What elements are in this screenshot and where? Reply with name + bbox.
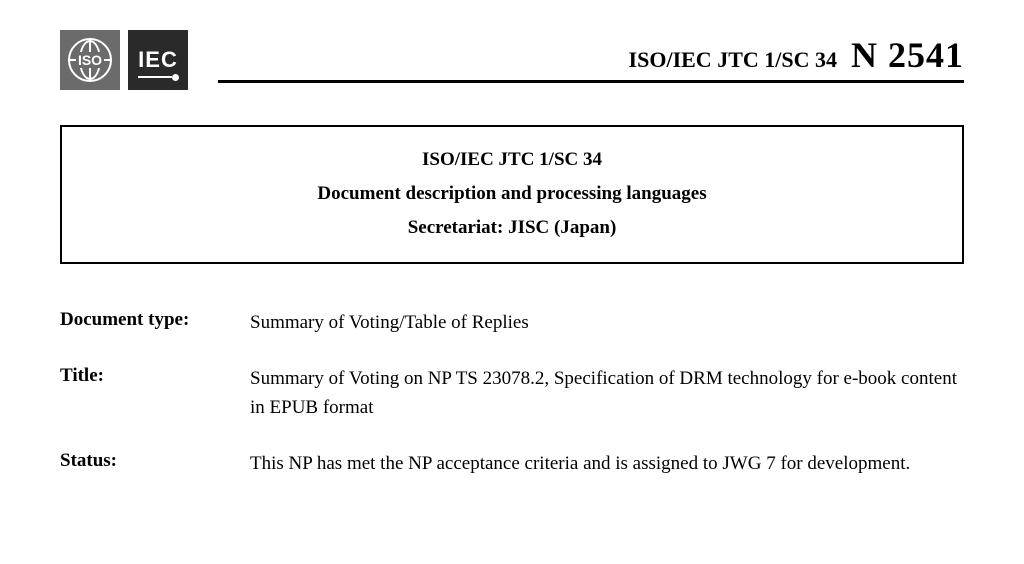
title-box-secretariat: Secretariat: JISC (Japan): [82, 211, 942, 245]
status-label: Status:: [60, 450, 250, 472]
metadata-section: Document type: Summary of Voting/Table o…: [60, 309, 964, 479]
title-label: Title:: [60, 365, 250, 387]
metadata-row-title: Title: Summary of Voting on NP TS 23078.…: [60, 365, 964, 422]
metadata-row-status: Status: This NP has met the NP acceptanc…: [60, 450, 964, 479]
logo-group: ISO IEC: [60, 30, 188, 90]
iso-logo-text: ISO: [76, 52, 104, 68]
title-box-committee: ISO/IEC JTC 1/SC 34: [82, 143, 942, 177]
title-value: Summary of Voting on NP TS 23078.2, Spec…: [250, 365, 964, 422]
title-box-description: Document description and processing lang…: [82, 177, 942, 211]
document-header: ISO IEC ISO/IEC JTC 1/SC 34 N 2541: [60, 30, 964, 90]
iec-logo: IEC: [128, 30, 188, 90]
document-number: N 2541: [851, 34, 964, 76]
title-box: ISO/IEC JTC 1/SC 34 Document description…: [60, 125, 964, 264]
metadata-row-doc-type: Document type: Summary of Voting/Table o…: [60, 309, 964, 338]
iec-logo-text: IEC: [138, 47, 178, 73]
doc-number-row: ISO/IEC JTC 1/SC 34 N 2541: [218, 34, 964, 83]
committee-id: ISO/IEC JTC 1/SC 34: [629, 47, 837, 73]
status-value: This NP has met the NP acceptance criter…: [250, 450, 964, 479]
header-right: ISO/IEC JTC 1/SC 34 N 2541: [218, 30, 964, 83]
doc-type-value: Summary of Voting/Table of Replies: [250, 309, 964, 338]
doc-type-label: Document type:: [60, 309, 250, 331]
iso-logo: ISO: [60, 30, 120, 90]
